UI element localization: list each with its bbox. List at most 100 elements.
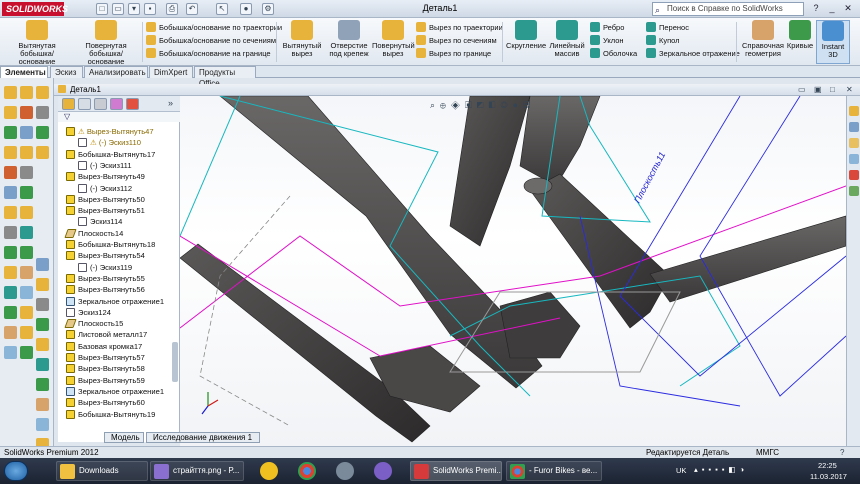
- feature-tree-item[interactable]: Вырез-Вытянуть55: [60, 273, 178, 284]
- feature-tree-item[interactable]: Вырез-Вытянуть50: [60, 194, 178, 205]
- feature-tree-item[interactable]: Зеркальное отражение1: [60, 386, 178, 397]
- feat1-command-2[interactable]: Оболочка: [590, 47, 637, 60]
- left-toolbar-tool-icon[interactable]: [4, 286, 17, 299]
- feature-tree-item[interactable]: Вырез-Вытянуть51: [60, 205, 178, 216]
- feature-tree-item[interactable]: Эскиз124: [60, 307, 178, 318]
- left-toolbar-tool-icon[interactable]: [20, 306, 33, 319]
- linear-pattern-button[interactable]: Линейный массив: [548, 20, 586, 58]
- feature-tree-item[interactable]: Вырез-Вытянуть56: [60, 284, 178, 295]
- design-library-icon[interactable]: [849, 122, 859, 132]
- new-icon[interactable]: □: [96, 3, 108, 15]
- left-toolbar-tool-icon[interactable]: [4, 186, 17, 199]
- tab-office-products[interactable]: Продукты Office: [194, 66, 256, 88]
- dimxpert-manager-tab-icon[interactable]: [110, 98, 123, 110]
- appearances-icon[interactable]: [849, 170, 859, 180]
- heads-up-view-toolbar[interactable]: ⌕⊕◈▣◩◧◎●▤: [430, 100, 578, 112]
- clock-time[interactable]: 22:25: [818, 461, 837, 470]
- feature-tree-item[interactable]: Бобышка-Вытянуть18: [60, 239, 178, 250]
- tab-dimxpert[interactable]: DimXpert: [149, 66, 193, 78]
- close-icon[interactable]: ✕: [840, 2, 856, 15]
- zoom-area-icon[interactable]: ⊕: [440, 100, 451, 110]
- property-manager-tab-icon[interactable]: [78, 98, 91, 110]
- left-toolbar-tool-icon[interactable]: [4, 326, 17, 339]
- feature-tree-item[interactable]: Базовая кромка17: [60, 341, 178, 352]
- configuration-manager-tab-icon[interactable]: [94, 98, 107, 110]
- left-toolbar-tool-icon[interactable]: [20, 286, 33, 299]
- open-dropdown-icon[interactable]: ▾: [128, 3, 140, 15]
- undo-icon[interactable]: ↶: [186, 3, 198, 15]
- left-toolbar-tool-icon[interactable]: [4, 86, 17, 99]
- left-toolbar-tool-icon[interactable]: [4, 106, 17, 119]
- filter-icon[interactable]: ▽: [58, 112, 180, 122]
- taskbar-item-browser[interactable]: - Furor Bikes - ве...: [506, 461, 602, 481]
- left-toolbar-tool-icon[interactable]: [36, 358, 49, 371]
- boss-command-0[interactable]: Бобышка/основание по траектории: [146, 21, 282, 34]
- taskbar-item-downloads[interactable]: Downloads: [56, 461, 148, 481]
- viber-icon[interactable]: [374, 462, 392, 480]
- scene-icon[interactable]: ▤: [523, 100, 535, 110]
- feature-tree-item[interactable]: Вырез-Вытянуть54: [60, 250, 178, 261]
- status-units[interactable]: ММГС: [756, 447, 779, 458]
- left-toolbar-tool-icon[interactable]: [36, 106, 49, 119]
- left-toolbar-tool-icon[interactable]: [36, 126, 49, 139]
- fillet-button[interactable]: Скругление: [506, 20, 546, 50]
- display-style-icon[interactable]: ◧: [489, 100, 501, 110]
- feature-tree-item[interactable]: (-) Эскиз119: [60, 262, 178, 273]
- feature-tree-item[interactable]: Бобышка-Вытянуть17: [60, 149, 178, 160]
- feature-tree-item[interactable]: Плоскость15: [60, 318, 178, 329]
- minimize-icon[interactable]: _: [824, 2, 840, 15]
- feat2-command-2[interactable]: Зеркальное отражение: [646, 47, 740, 60]
- feature-tree-item[interactable]: Плоскость14: [60, 228, 178, 239]
- left-toolbar-tool-icon[interactable]: [4, 266, 17, 279]
- feature-tree-item[interactable]: Бобышка-Вытянуть19: [60, 409, 178, 420]
- tab-motion-study[interactable]: Исследование движения 1: [146, 432, 260, 443]
- feature-tree-item[interactable]: Вырез-Вытянуть57: [60, 352, 178, 363]
- left-toolbar-tool-icon[interactable]: [20, 166, 33, 179]
- left-toolbar-tool-icon[interactable]: [20, 226, 33, 239]
- feature-tree-item[interactable]: (-) Эскиз112: [60, 183, 178, 194]
- graphics-area[interactable]: Плоскость11 ⌕⊕◈▣◩◧◎●▤: [179, 95, 847, 446]
- tab-sketch[interactable]: Эскиз: [50, 66, 83, 78]
- view-palette-icon[interactable]: [849, 154, 859, 164]
- left-toolbar-tool-icon[interactable]: [36, 146, 49, 159]
- feature-tree-item[interactable]: (-) Эскиз111: [60, 160, 178, 171]
- custom-properties-icon[interactable]: [849, 186, 859, 196]
- curves-button[interactable]: Кривые: [786, 20, 814, 50]
- left-toolbar-tool-icon[interactable]: [20, 186, 33, 199]
- left-toolbar-tool-icon[interactable]: [4, 226, 17, 239]
- doc-restore-icon[interactable]: ▣: [814, 84, 822, 95]
- left-toolbar-tool-icon[interactable]: [36, 378, 49, 391]
- left-toolbar-tool-icon[interactable]: [36, 258, 49, 271]
- hole-wizard-button[interactable]: Отверстие под крепеж: [326, 20, 372, 58]
- feature-tree-item[interactable]: Вырез-Вытянуть60: [60, 397, 178, 408]
- options-icon[interactable]: ⚙: [262, 3, 274, 15]
- left-toolbar-tool-icon[interactable]: [20, 86, 33, 99]
- app-icon-1[interactable]: [260, 462, 278, 480]
- extruded-boss-button[interactable]: Вытянутая бобышка/основание: [4, 20, 70, 66]
- tab-features[interactable]: Элементы: [0, 66, 48, 78]
- frame-right-beam[interactable]: [649, 215, 847, 303]
- left-toolbar-tool-icon[interactable]: [20, 106, 33, 119]
- select-icon[interactable]: ↖: [216, 3, 228, 15]
- appearance-icon[interactable]: ●: [513, 100, 523, 110]
- feature-tree-item[interactable]: Зеркальное отражение1: [60, 296, 178, 307]
- left-toolbar-tool-icon[interactable]: [36, 278, 49, 291]
- ref-geometry-button[interactable]: Справочная геометрия: [740, 20, 786, 58]
- feature-manager-tab-icon[interactable]: [62, 98, 75, 110]
- display-manager-tab-icon[interactable]: [126, 98, 139, 110]
- cut-command-1[interactable]: Вырез по сечениям: [416, 34, 503, 47]
- cut-command-0[interactable]: Вырез по траектории: [416, 21, 503, 34]
- app-icon-2[interactable]: [336, 462, 354, 480]
- doc-minimize-icon[interactable]: ▭: [798, 84, 806, 95]
- left-toolbar-tool-icon[interactable]: [36, 398, 49, 411]
- left-toolbar-tool-icon[interactable]: [4, 126, 17, 139]
- tray-icons[interactable]: ▴▪▪▪▪◧◑: [694, 465, 748, 474]
- feature-tree-item[interactable]: Вырез-Вытянуть58: [60, 363, 178, 374]
- clock-date[interactable]: 11.03.2017: [810, 472, 847, 481]
- boss-command-2[interactable]: Бобышка/основание на границе: [146, 47, 282, 60]
- feat2-command-1[interactable]: Купол: [646, 34, 740, 47]
- feature-tree-item[interactable]: Листовой металл17: [60, 329, 178, 340]
- frame-center-tube[interactable]: [449, 95, 531, 247]
- rebuild-icon[interactable]: ●: [240, 3, 252, 15]
- left-toolbar-tool-icon[interactable]: [36, 298, 49, 311]
